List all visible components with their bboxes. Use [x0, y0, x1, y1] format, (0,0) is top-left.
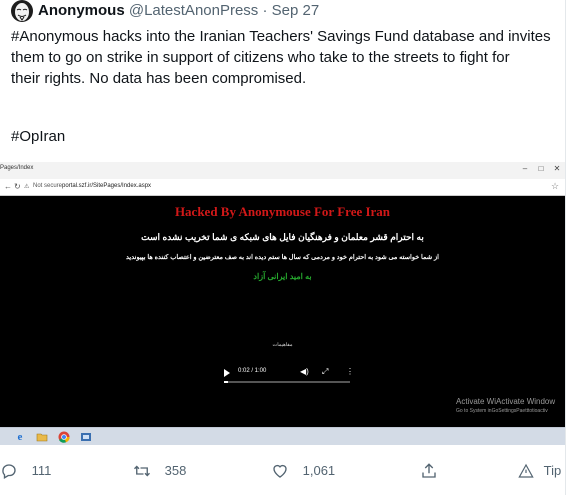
browser-tab-bar: Pages/Index – □ ✕ [0, 162, 565, 180]
ie-icon: e [17, 431, 23, 443]
persian-line-2: از شما خواسته می شود به احترام خود و مرد… [126, 254, 439, 261]
video-progress-fill [224, 381, 228, 383]
minimize-icon: – [522, 164, 528, 173]
reply-count: 111 [31, 462, 52, 478]
retweet-count: 358 [164, 462, 187, 478]
browser-tab-title: Pages/Index [0, 165, 34, 171]
activate-windows-watermark: Activate WiActivate Window Go to System … [456, 397, 555, 414]
volume-icon: ◀) [300, 367, 309, 376]
right-border [565, 0, 566, 495]
fullscreen-icon: ⤢ [322, 367, 329, 376]
share-button[interactable] [420, 457, 438, 483]
address-url: portal.szf.ir/SitePages/Index.aspx [62, 183, 152, 189]
star-icon: ☆ [551, 181, 560, 191]
persian-line-1: به احترام قشر معلمان و فرهنگیان فایل های… [141, 232, 424, 242]
retweet-icon [134, 465, 150, 477]
tweet-header: Anonymous @LatestAnonPress · Sep 27 [38, 0, 319, 24]
tweet-date[interactable]: Sep 27 [272, 2, 320, 19]
more-icon: ⋮ [346, 367, 354, 376]
like-button[interactable]: 1,061 [271, 457, 335, 483]
app-icon [80, 431, 92, 443]
hack-title: Hacked By Anonymouse For Free Iran [174, 204, 391, 219]
tweet-text-line: them to go on strike in support of citiz… [11, 49, 510, 66]
separator: · [262, 2, 268, 19]
tip-icon [518, 463, 534, 478]
browser-address-bar: ← ↻ ⚠ Not secure portal.szf.ir/SitePages… [0, 179, 565, 196]
video-label: مفاهیمات [272, 342, 293, 348]
like-count: 1,061 [302, 462, 336, 478]
tip-label: Tip [543, 462, 562, 478]
maximize-icon: □ [538, 164, 544, 173]
share-icon [422, 462, 436, 478]
video-time: 0:02 / 1:00 [238, 368, 267, 374]
activate-line-2: Go to System inGoSettingsPaetttotioactiv [456, 408, 548, 414]
reload-icon: ↻ [14, 182, 21, 191]
reply-icon [2, 463, 16, 479]
author-name[interactable]: Anonymous [38, 2, 125, 19]
video-progress-bar [224, 381, 350, 383]
play-icon [224, 369, 230, 377]
close-icon: ✕ [553, 164, 561, 173]
tip-button[interactable]: Tip [518, 457, 561, 483]
tweet-text-line: their rights. No data has been compromis… [11, 70, 307, 87]
retweet-button[interactable]: 358 [133, 457, 186, 483]
warning-icon: ⚠ [24, 184, 30, 190]
not-secure-label: Not secure [33, 183, 63, 189]
browser-viewport: Hacked By Anonymouse For Free Iran به اح… [0, 196, 565, 427]
reply-button[interactable]: 111 [0, 457, 51, 483]
chrome-icon [58, 431, 70, 443]
persian-line-3: به امید ایرانی آزاد [253, 272, 312, 281]
tweet-text-line: #Anonymous hacks into the Iranian Teache… [11, 28, 551, 45]
tweet-card: Anonymous @LatestAnonPress · Sep 27 #Ano… [0, 0, 576, 495]
tweet-hashtag[interactable]: #OpIran [11, 128, 65, 145]
avatar[interactable] [11, 0, 33, 22]
heart-icon [273, 464, 287, 478]
back-icon: ← [4, 182, 12, 191]
tweet-text: #Anonymous hacks into the Iranian Teache… [11, 26, 559, 89]
author-handle[interactable]: @LatestAnonPress [129, 2, 258, 19]
folder-icon [36, 431, 48, 443]
video-player: 0:02 / 1:00 ◀) ⤢ ⋮ [216, 364, 358, 390]
windows-taskbar: e [0, 427, 565, 445]
tweet-actions: 111 358 1,061 Tip [0, 457, 565, 483]
activate-line-1: Activate WiActivate Window [456, 397, 556, 406]
tweet-media-screenshot[interactable]: Pages/Index – □ ✕ ← ↻ ⚠ Not secure porta… [0, 162, 565, 445]
